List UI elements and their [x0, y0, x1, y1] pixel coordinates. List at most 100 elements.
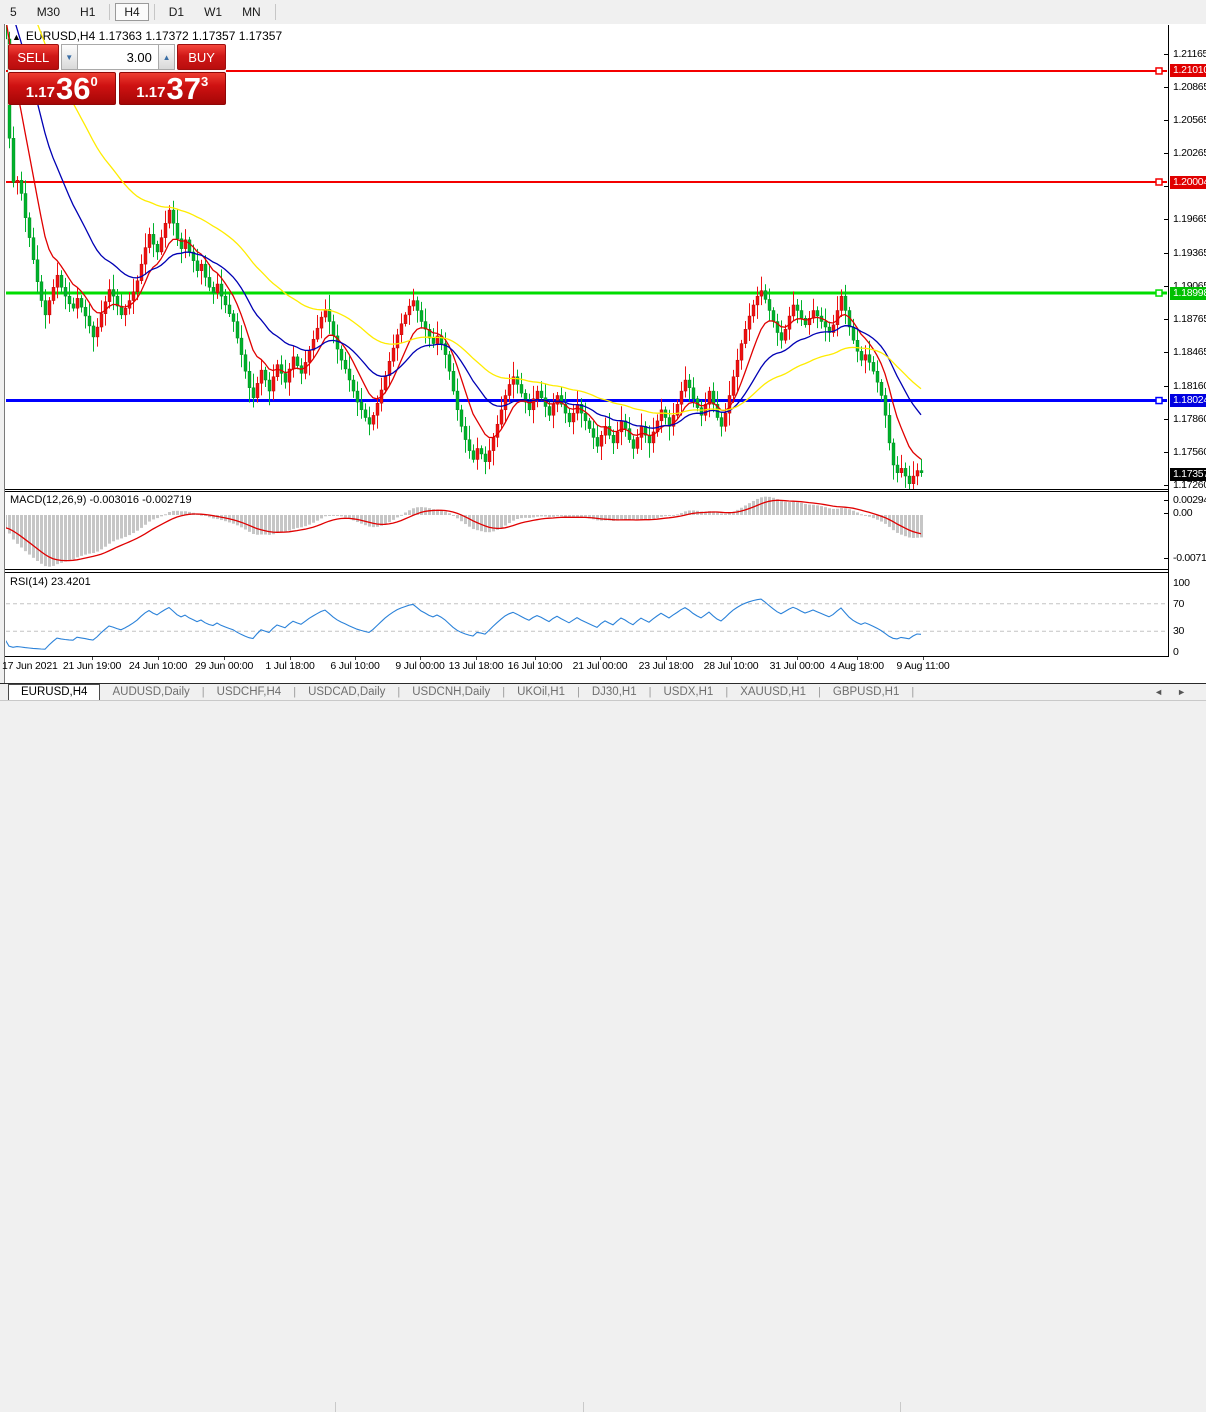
price-level-badge: 1.21010 — [1170, 64, 1206, 77]
price-level-badge: 1.18998 — [1170, 287, 1206, 300]
date-label: 23 Jul 18:00 — [638, 660, 694, 672]
macd-axis-tick — [1164, 500, 1168, 501]
symbol-tab-usdchf[interactable]: USDCHF,H4 — [205, 686, 294, 698]
date-tick — [731, 657, 732, 660]
toolbar-separator — [153, 3, 155, 20]
price-axis-label: 1.20565 — [1173, 114, 1206, 126]
toolbar-separator — [274, 3, 276, 20]
rsi-panel[interactable] — [6, 573, 1167, 656]
statusbar-divider — [900, 1402, 901, 1412]
price-axis-tick — [1164, 120, 1168, 121]
price-axis-label: 1.18765 — [1173, 313, 1206, 325]
volume-input[interactable] — [77, 44, 158, 70]
buy-button[interactable]: BUY — [177, 44, 226, 70]
macd-label: MACD(12,26,9) -0.003016 -0.002719 — [10, 494, 192, 506]
date-label: 21 Jun 19:00 — [62, 660, 122, 672]
price-axis-tick — [1164, 386, 1168, 387]
date-label: 29 Jun 00:00 — [194, 660, 254, 672]
tab-scroll-left-button[interactable]: ◄ — [1154, 687, 1177, 697]
sell-price-big: 36 — [55, 71, 91, 106]
price-axis-tick — [1164, 219, 1168, 220]
date-label: 1 Jul 18:00 — [265, 660, 315, 672]
date-label: 17 Jun 2021 — [2, 660, 58, 672]
sell-price-small: 1.17 — [25, 84, 55, 101]
timeframe-button-mn[interactable]: MN — [233, 3, 270, 21]
date-tick — [224, 657, 225, 660]
symbol-tab-dj30[interactable]: DJ30,H1 — [580, 686, 649, 698]
timeframe-button-h4[interactable]: H4 — [115, 2, 149, 21]
date-tick — [797, 657, 798, 660]
date-tick — [355, 657, 356, 660]
toolbar-separator — [109, 3, 111, 20]
price-axis-label: 1.17560 — [1173, 446, 1206, 458]
symbol-tab-usdx[interactable]: USDX,H1 — [651, 686, 725, 698]
date-tick — [923, 657, 924, 660]
date-tick — [290, 657, 291, 660]
macd-axis-label: 0.002947 — [1173, 494, 1206, 506]
tab-scroll-arrows[interactable]: ◄► — [1154, 687, 1200, 697]
rsi-axis-label: 30 — [1173, 625, 1185, 637]
buy-price-small: 1.17 — [136, 84, 166, 101]
price-axis-label: 1.20865 — [1173, 81, 1206, 93]
date-label: 9 Jul 00:00 — [395, 660, 445, 672]
symbol-tab-ukoil[interactable]: UKOil,H1 — [505, 686, 577, 698]
date-tick — [476, 657, 477, 660]
volume-increase-button[interactable]: ▲ — [157, 44, 176, 70]
macd-axis-tick — [1164, 558, 1168, 559]
symbol-tab-eurusd[interactable]: EURUSD,H4 — [8, 683, 101, 700]
price-axis-tick — [1164, 54, 1168, 55]
date-label: 9 Aug 11:00 — [896, 660, 950, 672]
date-label: 16 Jul 10:00 — [507, 660, 563, 672]
symbol-tab-usdcnh[interactable]: USDCNH,Daily — [400, 686, 502, 698]
date-label: 13 Jul 18:00 — [448, 660, 504, 672]
price-axis-tick — [1164, 419, 1168, 420]
timeframe-button-d1[interactable]: D1 — [160, 3, 193, 21]
buy-price-display[interactable]: 1.17 37 3 — [118, 71, 226, 106]
symbol-tab-audusd[interactable]: AUDUSD,Daily — [100, 686, 201, 698]
timeframe-button-w1[interactable]: W1 — [195, 3, 231, 21]
date-tick — [857, 657, 858, 660]
symbol-tabbar: EURUSD,H4 AUDUSD,Daily | USDCHF,H4 | USDCAD,D… — [0, 683, 1206, 700]
price-axis-label: 1.19665 — [1173, 213, 1206, 225]
timeframe-button-m30[interactable]: M30 — [28, 3, 69, 21]
price-axis-label: 1.21165 — [1173, 48, 1206, 60]
macd-top-border — [5, 491, 1168, 492]
rsi-axis-label: 0 — [1173, 646, 1179, 658]
volume-decrease-button[interactable]: ▼ — [60, 44, 78, 70]
date-label: 24 Jun 10:00 — [128, 660, 188, 672]
price-axis-tick — [1164, 485, 1168, 486]
sell-price-sup: 0 — [90, 74, 98, 89]
symbol-tab-xauusd[interactable]: XAUUSD,H1 — [728, 686, 818, 698]
sell-button[interactable]: SELL — [8, 44, 59, 70]
price-axis-tick — [1164, 253, 1168, 254]
date-tick — [420, 657, 421, 660]
price-axis-label: 1.18160 — [1173, 380, 1206, 392]
sell-price-display[interactable]: 1.17 36 0 — [8, 72, 116, 105]
symbol-tab-usdcad[interactable]: USDCAD,Daily — [296, 686, 397, 698]
buy-price-big: 37 — [166, 71, 201, 106]
statusbar-divider — [335, 1402, 336, 1412]
timeframe-button-5[interactable]: 5 — [1, 3, 26, 21]
timeframe-button-h1[interactable]: H1 — [71, 3, 104, 21]
status-bar — [0, 700, 1206, 1412]
date-label: 31 Jul 00:00 — [769, 660, 825, 672]
rsi-top-border — [5, 572, 1168, 573]
tab-separator: | — [911, 686, 915, 698]
tab-scroll-right-button[interactable]: ► — [1177, 687, 1200, 697]
date-tick — [666, 657, 667, 660]
statusbar-divider — [583, 1402, 584, 1412]
symbol-tab-gbpusd[interactable]: GBPUSD,H1 — [821, 686, 911, 698]
macd-axis-label: -0.00715 — [1173, 552, 1206, 564]
date-tick — [535, 657, 536, 660]
price-axis-tick — [1164, 452, 1168, 453]
rsi-axis-label: 70 — [1173, 598, 1185, 610]
macd-axis-tick — [1164, 513, 1168, 514]
date-tick — [92, 657, 93, 660]
price-axis-tick — [1164, 87, 1168, 88]
timeframe-toolbar: 5 M30 H1 H4 D1 W1 MN — [0, 0, 1206, 23]
date-label: 6 Jul 10:00 — [330, 660, 380, 672]
price-axis-tick — [1164, 286, 1168, 287]
price-axis-label: 1.17860 — [1173, 413, 1206, 425]
window-left-border — [4, 24, 5, 683]
price-axis-tick — [1164, 186, 1168, 187]
